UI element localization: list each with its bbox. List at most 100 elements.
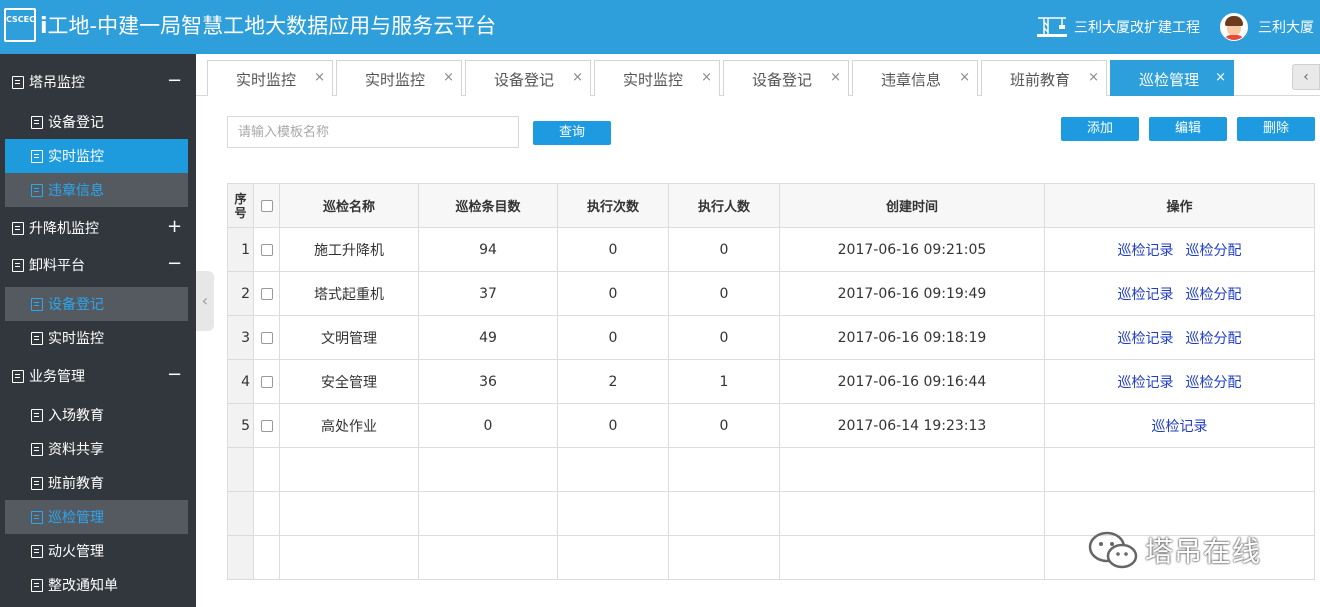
row-select-cell[interactable] [253, 315, 280, 360]
template-search-input[interactable] [227, 116, 519, 148]
row-item-count: 94 [418, 227, 558, 272]
inspection-assign-link[interactable]: 巡检分配 [1186, 331, 1242, 347]
sidebar-item-realtime-monitor-2[interactable]: 实时监控 [5, 321, 188, 355]
tab-violation-info[interactable]: 违章信息 × [852, 60, 978, 96]
sidebar-item-device-register-2[interactable]: 设备登记 [5, 287, 188, 321]
collapse-toggle-icon[interactable]: − [167, 254, 182, 274]
edit-button[interactable]: 编辑 [1149, 117, 1227, 141]
table-row[interactable]: 5 高处作业 0 0 0 2017-06-14 19:23:13 巡检记录 [227, 403, 1315, 448]
sidebar-item-hot-work[interactable]: 动火管理 [5, 534, 188, 568]
user-menu[interactable]: 三利大厦 [1220, 12, 1314, 42]
row-checkbox[interactable] [260, 419, 273, 432]
sidebar-item-inspection-management[interactable]: 巡检管理 [5, 500, 188, 534]
app-title-prefix: i [40, 14, 48, 39]
table-row[interactable]: 2 塔式起重机 37 0 0 2017-06-16 09:19:49 巡检记录巡… [227, 271, 1315, 316]
close-icon[interactable]: × [830, 70, 841, 85]
close-icon[interactable]: × [959, 70, 970, 85]
table-row[interactable]: 4 安全管理 36 2 1 2017-06-16 09:16:44 巡检记录 巡检… [227, 359, 1315, 404]
row-exec-people: 0 [668, 271, 780, 316]
table-header-row: 序号 巡检名称 巡检条目数 执行次数 执行人数 创建时间 操作 [227, 183, 1315, 228]
document-icon [31, 442, 43, 456]
project-switcher[interactable]: 三利大厦改扩建工程 [1034, 14, 1200, 40]
document-icon [31, 183, 43, 197]
sidebar-item-realtime-monitor[interactable]: 实时监控 [5, 139, 188, 173]
add-button[interactable]: 添加 [1061, 117, 1139, 141]
collapse-toggle-icon[interactable]: − [167, 71, 182, 91]
tab-realtime-monitor-1[interactable]: 实时监控 × [207, 60, 333, 96]
tab-scroll-left-button[interactable]: ‹ [1292, 64, 1320, 90]
chevron-left-icon: ‹ [201, 291, 209, 310]
close-icon[interactable]: × [1088, 70, 1099, 85]
sidebar-item-label: 违章信息 [48, 183, 104, 199]
sidebar-group-unloading-platform[interactable]: 卸料平台 − [0, 247, 196, 283]
close-icon[interactable]: × [1215, 70, 1226, 85]
inspection-assign-link[interactable]: 巡检分配 [1186, 287, 1242, 303]
avatar [1220, 13, 1248, 41]
tab-inspection-management[interactable]: 巡检管理 × [1110, 60, 1234, 96]
inspection-record-link[interactable]: 巡检记录 [1118, 287, 1174, 303]
tab-realtime-monitor-2[interactable]: 实时监控 × [336, 60, 462, 96]
close-icon[interactable]: × [572, 70, 583, 85]
inspection-assign-link[interactable]: 巡检分配 [1186, 375, 1242, 391]
close-icon[interactable]: × [443, 70, 454, 85]
row-exec-people: 0 [668, 403, 780, 448]
row-checkbox[interactable] [260, 331, 273, 344]
column-header-select[interactable] [253, 183, 280, 228]
document-icon [31, 510, 43, 524]
sidebar-collapse-handle[interactable]: ‹ [196, 271, 214, 331]
inspection-record-link[interactable]: 巡检记录 [1118, 243, 1174, 259]
collapse-toggle-icon[interactable]: − [167, 365, 182, 385]
sidebar-group-elevator[interactable]: 升降机监控 + [0, 210, 196, 246]
column-header-ops: 操作 [1044, 183, 1315, 228]
row-checkbox[interactable] [260, 287, 273, 300]
expand-toggle-icon[interactable]: + [167, 217, 182, 237]
top-header: CSCEC i工地-中建一局智慧工地大数据应用与服务云平台 三利大厦改扩建工程 … [0, 0, 1320, 54]
sidebar-group-label: 升降机监控 [29, 221, 99, 237]
sidebar-item-label: 入场教育 [48, 408, 104, 424]
sidebar-item-label: 巡检管理 [48, 510, 104, 526]
sidebar-item-violation-info[interactable]: 违章信息 [5, 173, 188, 207]
tab-label: 巡检管理 [1139, 71, 1200, 89]
close-icon[interactable]: × [314, 70, 325, 85]
row-select-cell[interactable] [253, 271, 280, 316]
sidebar-item-device-register[interactable]: 设备登记 [5, 105, 188, 139]
close-icon[interactable]: × [701, 70, 712, 85]
sidebar-item-entry-education[interactable]: 入场教育 [5, 398, 188, 432]
tab-label: 班前教育 [1010, 71, 1071, 89]
row-select-cell[interactable] [253, 403, 280, 448]
table-row[interactable]: 1 施工升降机 94 0 0 2017-06-16 09:21:05 巡检记录巡… [227, 227, 1315, 272]
tab-device-register-1[interactable]: 设备登记 × [465, 60, 591, 96]
row-checkbox[interactable] [260, 375, 273, 388]
sidebar-group-business[interactable]: 业务管理 − [0, 358, 196, 394]
tab-device-register-2[interactable]: 设备登记 × [723, 60, 849, 96]
sidebar-item-label: 实时监控 [48, 149, 104, 165]
tab-realtime-monitor-3[interactable]: 实时监控 × [594, 60, 720, 96]
sidebar-group-tower-crane[interactable]: 塔吊监控 − [0, 64, 196, 100]
row-select-cell[interactable] [253, 227, 280, 272]
document-icon [31, 408, 43, 422]
table-row[interactable]: 3 文明管理 49 0 0 2017-06-16 09:18:19 巡检记录 巡检… [227, 315, 1315, 360]
row-checkbox[interactable] [260, 243, 273, 256]
tab-preshift-education[interactable]: 班前教育 × [981, 60, 1107, 96]
select-all-checkbox[interactable] [260, 199, 273, 212]
delete-button[interactable]: 删除 [1237, 117, 1315, 141]
inspection-record-link[interactable]: 巡检记录 [1152, 419, 1208, 435]
row-item-count: 37 [418, 271, 558, 316]
inspection-assign-link[interactable]: 巡检分配 [1186, 243, 1242, 259]
sidebar-item-preshift-education[interactable]: 班前教育 [5, 466, 188, 500]
query-button[interactable]: 查询 [533, 121, 611, 145]
inspection-record-link[interactable]: 巡检记录 [1118, 331, 1174, 347]
column-header-item-count: 巡检条目数 [418, 183, 558, 228]
row-select-cell[interactable] [253, 359, 280, 404]
document-icon [12, 258, 24, 272]
sidebar-group-label: 塔吊监控 [29, 75, 85, 91]
sidebar-item-file-share[interactable]: 资料共享 [5, 432, 188, 466]
row-name: 高处作业 [279, 403, 419, 448]
document-icon [31, 578, 43, 592]
user-name: 三利大厦 [1258, 20, 1314, 36]
sidebar-item-rectification-notice[interactable]: 整改通知单 [5, 568, 188, 602]
watermark-text: 塔吊在线 [1145, 535, 1262, 568]
sidebar-item-label: 资料共享 [48, 442, 104, 458]
inspection-record-link[interactable]: 巡检记录 [1118, 375, 1174, 391]
document-icon [12, 221, 24, 235]
